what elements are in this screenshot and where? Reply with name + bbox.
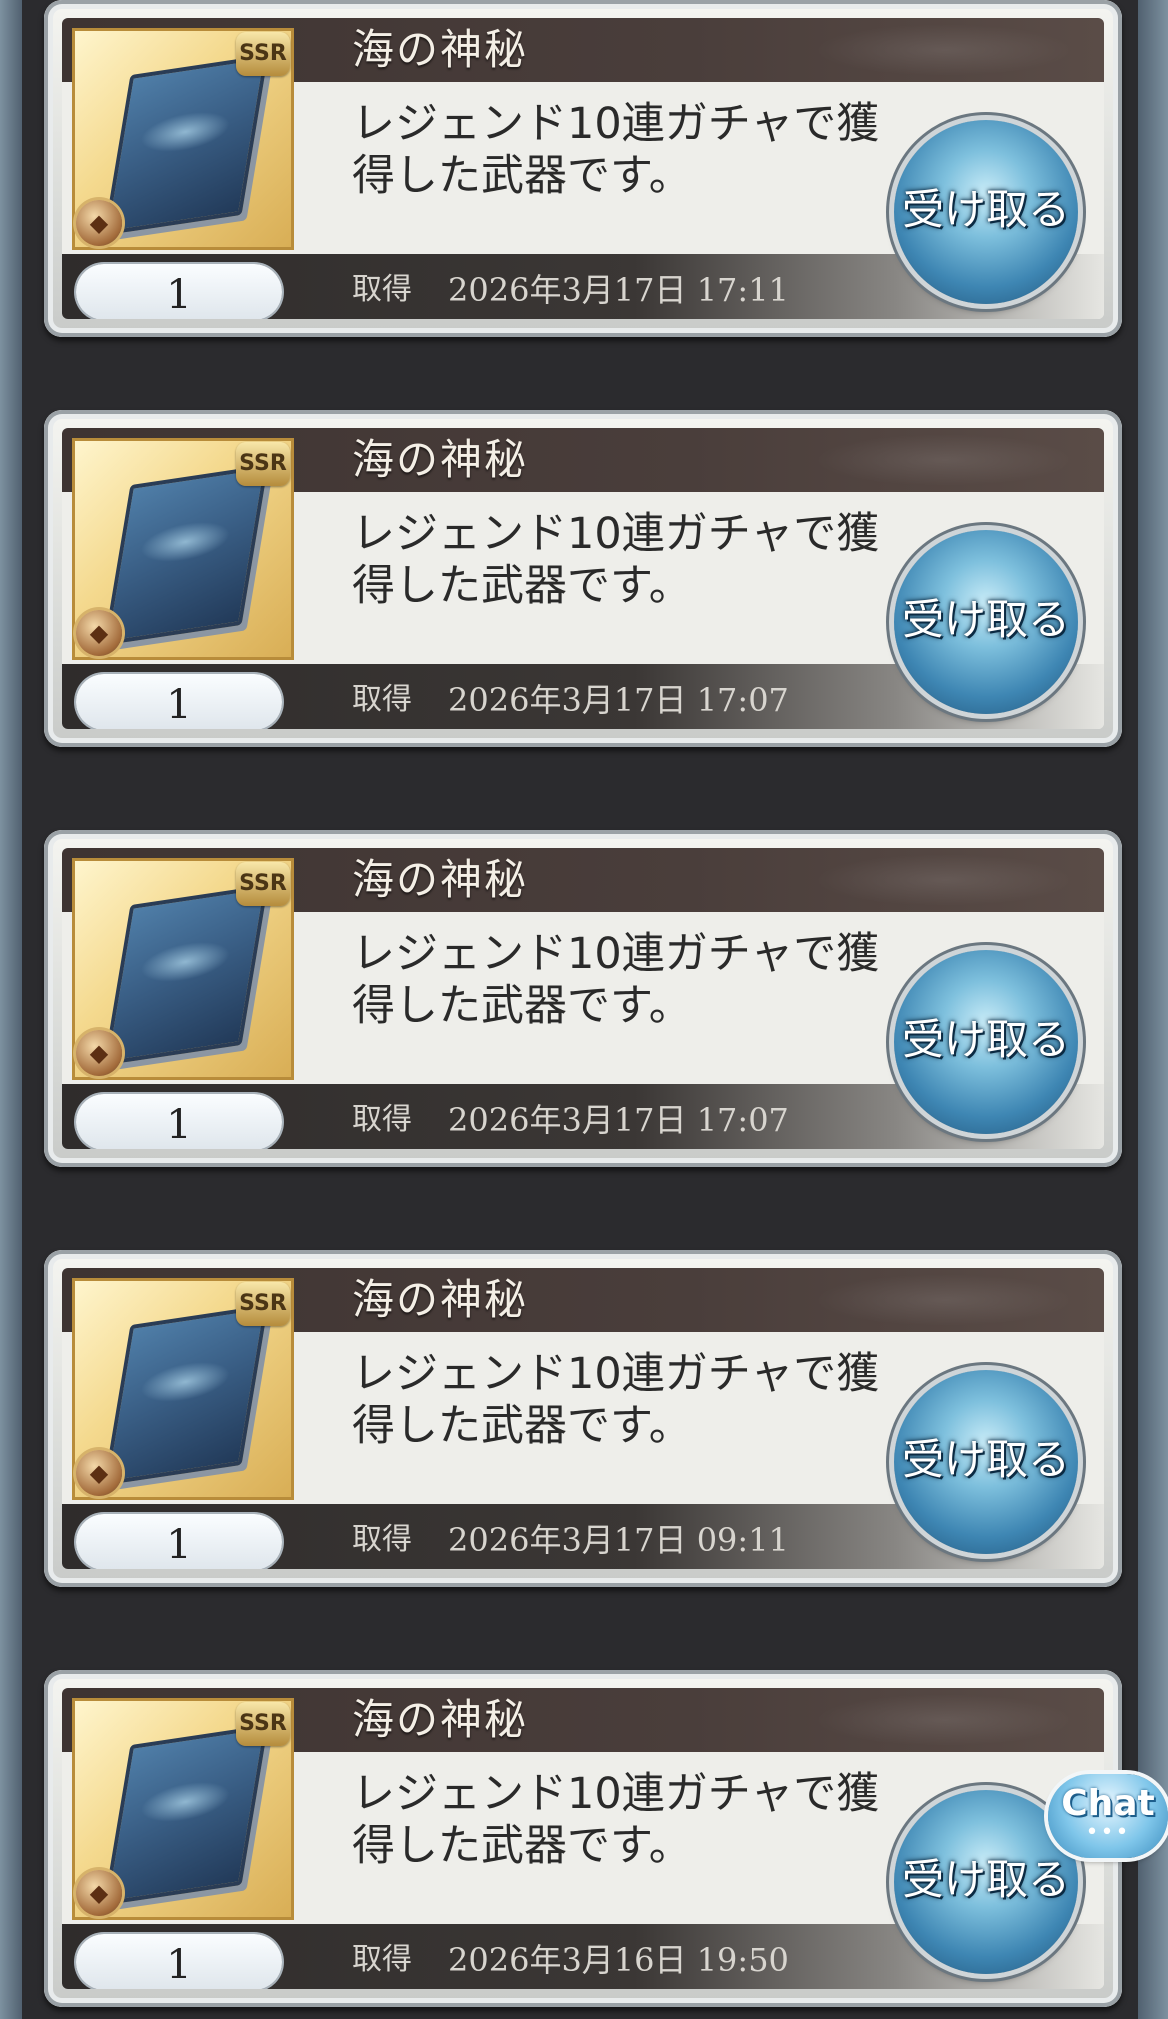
item-title: 海の神秘 — [352, 435, 529, 484]
acquired-date: 2026年3月17日 09:11 — [448, 1521, 789, 1559]
item-description: レジェンド10連ガチャで獲 得した武器です。 — [352, 508, 912, 612]
quantity-badge: 1 — [76, 1934, 282, 1989]
receive-button-label: 受け取る — [901, 1855, 1070, 1904]
item-description-line2: 得した武器です。 — [352, 561, 692, 611]
book-icon — [103, 464, 269, 646]
item-description-line2: 得した武器です。 — [352, 1401, 692, 1451]
book-icon — [103, 884, 269, 1066]
receive-button-label: 受け取る — [901, 595, 1070, 644]
acquired-label: 取得 — [352, 1102, 412, 1137]
chat-button[interactable]: Chat ••• — [1048, 1774, 1168, 1858]
element-icon: ◆ — [76, 200, 122, 246]
rarity-badge: SSR — [236, 1282, 290, 1326]
element-icon: ◆ — [76, 1030, 122, 1076]
item-description-line1: レジェンド10連ガチャで獲 — [352, 1349, 880, 1399]
acquired-date: 2026年3月17日 17:07 — [448, 681, 789, 719]
quantity-badge: 1 — [76, 1094, 282, 1149]
item-description: レジェンド10連ガチャで獲 得した武器です。 — [352, 1348, 912, 1452]
book-icon — [103, 54, 269, 236]
item-description-line2: 得した武器です。 — [352, 151, 692, 201]
item-title: 海の神秘 — [352, 1695, 529, 1744]
gift-card: SSR ◆ 海の神秘 レジェンド10連ガチャで獲 得した武器です。 1 取得 2… — [44, 0, 1122, 337]
element-icon: ◆ — [76, 610, 122, 656]
gift-card: SSR ◆ 海の神秘 レジェンド10連ガチャで獲 得した武器です。 1 取得 2… — [44, 1670, 1122, 2007]
receive-button-label: 受け取る — [901, 1015, 1070, 1064]
receive-button-label: 受け取る — [901, 1435, 1070, 1484]
item-title: 海の神秘 — [352, 1275, 529, 1324]
receive-button[interactable]: 受け取る — [894, 120, 1078, 304]
acquired-date: 2026年3月16日 19:50 — [448, 1941, 789, 1979]
receive-button-label: 受け取る — [901, 185, 1070, 234]
gift-card: SSR ◆ 海の神秘 レジェンド10連ガチャで獲 得した武器です。 1 取得 2… — [44, 410, 1122, 747]
receive-button[interactable]: 受け取る — [894, 530, 1078, 714]
item-title: 海の神秘 — [352, 855, 529, 904]
element-icon: ◆ — [76, 1450, 122, 1496]
acquired-label: 取得 — [352, 272, 412, 307]
item-description-line2: 得した武器です。 — [352, 1821, 692, 1871]
acquired-label: 取得 — [352, 1942, 412, 1977]
left-frame — [0, 0, 22, 2019]
quantity-badge: 1 — [76, 264, 282, 319]
item-description-line1: レジェンド10連ガチャで獲 — [352, 509, 880, 559]
acquired-date: 2026年3月17日 17:11 — [448, 271, 789, 309]
item-thumbnail[interactable]: SSR ◆ — [72, 438, 294, 660]
right-frame — [1138, 0, 1168, 2019]
item-description: レジェンド10連ガチャで獲 得した武器です。 — [352, 928, 912, 1032]
item-description: レジェンド10連ガチャで獲 得した武器です。 — [352, 1768, 912, 1872]
rarity-badge: SSR — [236, 862, 290, 906]
rarity-badge: SSR — [236, 32, 290, 76]
receive-button[interactable]: 受け取る — [894, 950, 1078, 1134]
item-description-line1: レジェンド10連ガチャで獲 — [352, 99, 880, 149]
item-description-line2: 得した武器です。 — [352, 981, 692, 1031]
acquired-label: 取得 — [352, 1522, 412, 1557]
element-icon: ◆ — [76, 1870, 122, 1916]
acquired-date: 2026年3月17日 17:07 — [448, 1101, 789, 1139]
item-thumbnail[interactable]: SSR ◆ — [72, 858, 294, 1080]
item-description-line1: レジェンド10連ガチャで獲 — [352, 929, 880, 979]
item-thumbnail[interactable]: SSR ◆ — [72, 1278, 294, 1500]
receive-button[interactable]: 受け取る — [894, 1370, 1078, 1554]
item-thumbnail[interactable]: SSR ◆ — [72, 1698, 294, 1920]
item-title: 海の神秘 — [352, 25, 529, 74]
quantity-badge: 1 — [76, 1514, 282, 1569]
rarity-badge: SSR — [236, 1702, 290, 1746]
rarity-badge: SSR — [236, 442, 290, 486]
acquired-label: 取得 — [352, 682, 412, 717]
item-description-line1: レジェンド10連ガチャで獲 — [352, 1769, 880, 1819]
gift-card: SSR ◆ 海の神秘 レジェンド10連ガチャで獲 得した武器です。 1 取得 2… — [44, 830, 1122, 1167]
quantity-badge: 1 — [76, 674, 282, 729]
gift-card: SSR ◆ 海の神秘 レジェンド10連ガチャで獲 得した武器です。 1 取得 2… — [44, 1250, 1122, 1587]
item-thumbnail[interactable]: SSR ◆ — [72, 28, 294, 250]
book-icon — [103, 1724, 269, 1906]
item-description: レジェンド10連ガチャで獲 得した武器です。 — [352, 98, 912, 202]
book-icon — [103, 1304, 269, 1486]
chat-dots-icon: ••• — [1085, 1820, 1131, 1845]
